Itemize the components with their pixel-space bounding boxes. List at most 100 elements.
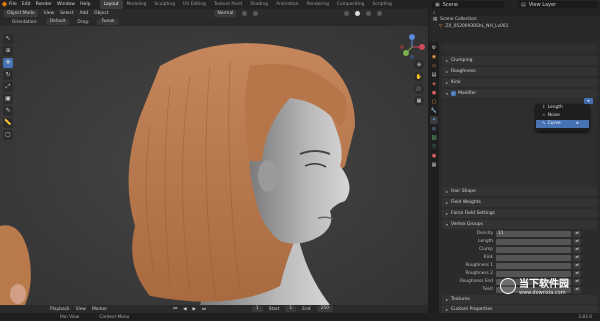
menu-help[interactable]: Help <box>80 2 90 7</box>
tab-texture-paint[interactable]: Texture Paint <box>210 0 246 9</box>
snap-icon[interactable] <box>242 11 248 16</box>
annotate-tool-icon[interactable]: ✎ <box>3 106 13 116</box>
section-roughness[interactable]: ▸ Roughness <box>442 67 597 76</box>
swap-icon[interactable]: ⇄ <box>573 262 581 269</box>
vg-field-length[interactable] <box>496 238 571 245</box>
section-modifier[interactable]: ▾ ✓ Modifier <box>442 89 597 98</box>
output-tab-icon[interactable]: ▭ <box>430 62 438 70</box>
world-tab-icon[interactable]: ● <box>430 89 438 97</box>
dropdown-item-noise[interactable]: ≈ Noise <box>536 112 589 120</box>
data-tab-icon[interactable]: ▽ <box>430 143 438 151</box>
section-hair-shape[interactable]: ▸ Hair Shape <box>442 187 597 196</box>
viewport-shading-solid-icon[interactable] <box>355 11 361 16</box>
tab-modeling[interactable]: Modeling <box>123 0 151 9</box>
menu-render[interactable]: Render <box>36 2 52 7</box>
menu-window[interactable]: Window <box>57 2 75 7</box>
particles-tab-icon[interactable]: ✦ <box>430 116 438 124</box>
tab-scripting[interactable]: Scripting <box>368 0 396 9</box>
vg-field-clump[interactable] <box>496 246 571 253</box>
drag-dropdown[interactable]: Tweak <box>97 19 119 25</box>
swap-icon[interactable]: ⇄ <box>573 246 581 253</box>
timeline-view-menu[interactable]: View <box>76 307 86 312</box>
proportional-edit-icon[interactable] <box>253 11 259 16</box>
jump-end-icon[interactable]: ⏭ <box>202 306 206 312</box>
vg-field-kink[interactable] <box>496 254 571 261</box>
menu-view[interactable]: View <box>44 11 54 16</box>
modifier-checkbox[interactable]: ✓ <box>451 91 457 96</box>
section-field-weights[interactable]: ▸ Field Weights <box>442 198 597 207</box>
swap-icon[interactable]: ⇄ <box>573 286 581 293</box>
add-cube-tool-icon[interactable]: ▢ <box>3 130 13 140</box>
vg-field-roughness-1[interactable] <box>496 262 571 269</box>
object-mode-dropdown[interactable]: Object Mode <box>4 10 38 17</box>
pan-hand-icon[interactable]: ✋ <box>414 72 424 82</box>
3d-viewport[interactable] <box>0 26 428 305</box>
vg-field-density[interactable]: 11 <box>496 230 571 237</box>
texture-tab-icon[interactable]: ▦ <box>430 161 438 169</box>
scale-tool-icon[interactable]: ⤢ <box>3 82 13 92</box>
view-layer-tab-icon[interactable]: ▤ <box>430 71 438 79</box>
menu-file[interactable]: File <box>9 2 17 7</box>
swap-icon[interactable]: ⇄ <box>573 270 581 277</box>
transform-tool-icon[interactable]: ▣ <box>3 94 13 104</box>
swap-icon[interactable]: ⇄ <box>573 230 581 237</box>
swap-icon[interactable]: ⇄ <box>573 278 581 285</box>
modifiers-tab-icon[interactable]: 🔧 <box>430 107 438 115</box>
menu-add[interactable]: Add <box>80 11 89 16</box>
object-tab-icon[interactable]: ▢ <box>430 98 438 106</box>
transform-orientation-dropdown[interactable]: Normal <box>214 10 237 17</box>
scene-selector[interactable]: ▣ Scene <box>432 1 504 8</box>
current-frame-field[interactable]: 1 <box>251 306 263 312</box>
tab-layout[interactable]: Layout <box>99 0 123 9</box>
navigation-gizmo[interactable] <box>398 33 426 61</box>
section-clumping[interactable]: ▸ Clumping <box>442 56 597 65</box>
end-frame-field[interactable]: 250 <box>316 306 333 312</box>
menu-select[interactable]: Select <box>60 11 74 16</box>
jump-start-icon[interactable]: ⏮ <box>173 306 177 312</box>
zoom-icon[interactable]: ⊕ <box>414 60 424 70</box>
section-vertex-groups[interactable]: ▾ Vertex Groups <box>442 220 597 229</box>
play-reverse-icon[interactable]: ◀ <box>183 307 186 312</box>
section-textures[interactable]: ▸ Textures <box>442 295 597 304</box>
physics-tab-icon[interactable]: ◎ <box>430 125 438 133</box>
ortho-grid-icon[interactable]: ▦ <box>414 96 424 106</box>
menu-object[interactable]: Object <box>94 11 108 16</box>
play-icon[interactable]: ▶ <box>193 307 196 312</box>
rotate-tool-icon[interactable]: ↻ <box>3 70 13 80</box>
3d-cursor-tool-icon[interactable]: ⊕ <box>3 46 13 56</box>
measure-tool-icon[interactable]: 📏 <box>3 118 13 128</box>
blender-logo-icon[interactable]: ◆ <box>0 0 9 9</box>
timeline-playback-menu[interactable]: Playback <box>50 307 70 312</box>
constraints-tab-icon[interactable]: ⛓ <box>430 134 438 142</box>
tool-tab-icon[interactable]: ⚙ <box>430 44 438 52</box>
viewport-shading-material-icon[interactable] <box>366 11 372 16</box>
filter-icon[interactable]: ⌕ <box>433 10 435 16</box>
tab-shading[interactable]: Shading <box>246 0 272 9</box>
tab-compositing[interactable]: Compositing <box>333 0 369 9</box>
outliner-row-collection[interactable]: ▤ Scene Collection <box>429 16 600 23</box>
tab-animation[interactable]: Animation <box>272 0 302 9</box>
orientation-dropdown[interactable]: Default <box>45 19 70 25</box>
section-kink[interactable]: ▸ Kink <box>442 78 597 87</box>
camera-view-icon[interactable]: 🎥 <box>414 84 424 94</box>
tab-rendering[interactable]: Rendering <box>302 0 332 9</box>
tab-sculpting[interactable]: Sculpting <box>150 0 179 9</box>
render-tab-icon[interactable]: ◉ <box>430 53 438 61</box>
timeline-marker-menu[interactable]: Marker <box>92 307 107 312</box>
dropdown-item-curve[interactable]: ∿ Curve ▸ <box>536 120 589 128</box>
material-tab-icon[interactable]: ● <box>430 152 438 160</box>
cursor-tool-icon[interactable]: ↖ <box>3 34 13 44</box>
dropdown-item-length[interactable]: ↕ Length <box>536 104 589 112</box>
viewport-shading-wire-icon[interactable] <box>344 11 350 16</box>
swap-icon[interactable]: ⇄ <box>573 238 581 245</box>
outliner-row-object[interactable]: ▽ ZX_05200930ShL_NH_Lv001 <box>429 23 600 30</box>
move-tool-icon[interactable]: ✥ <box>3 58 13 68</box>
view-layer-selector[interactable]: ▤ View Layer <box>518 1 598 8</box>
section-force-field-settings[interactable]: ▸ Force Field Settings <box>442 209 597 218</box>
menu-edit[interactable]: Edit <box>22 2 31 7</box>
scene-tab-icon[interactable]: ◈ <box>430 80 438 88</box>
viewport-shading-render-icon[interactable] <box>377 11 383 16</box>
section-custom-properties[interactable]: ▸ Custom Properties <box>442 305 597 313</box>
swap-icon[interactable]: ⇄ <box>573 254 581 261</box>
start-frame-field[interactable]: 1 <box>285 306 297 312</box>
